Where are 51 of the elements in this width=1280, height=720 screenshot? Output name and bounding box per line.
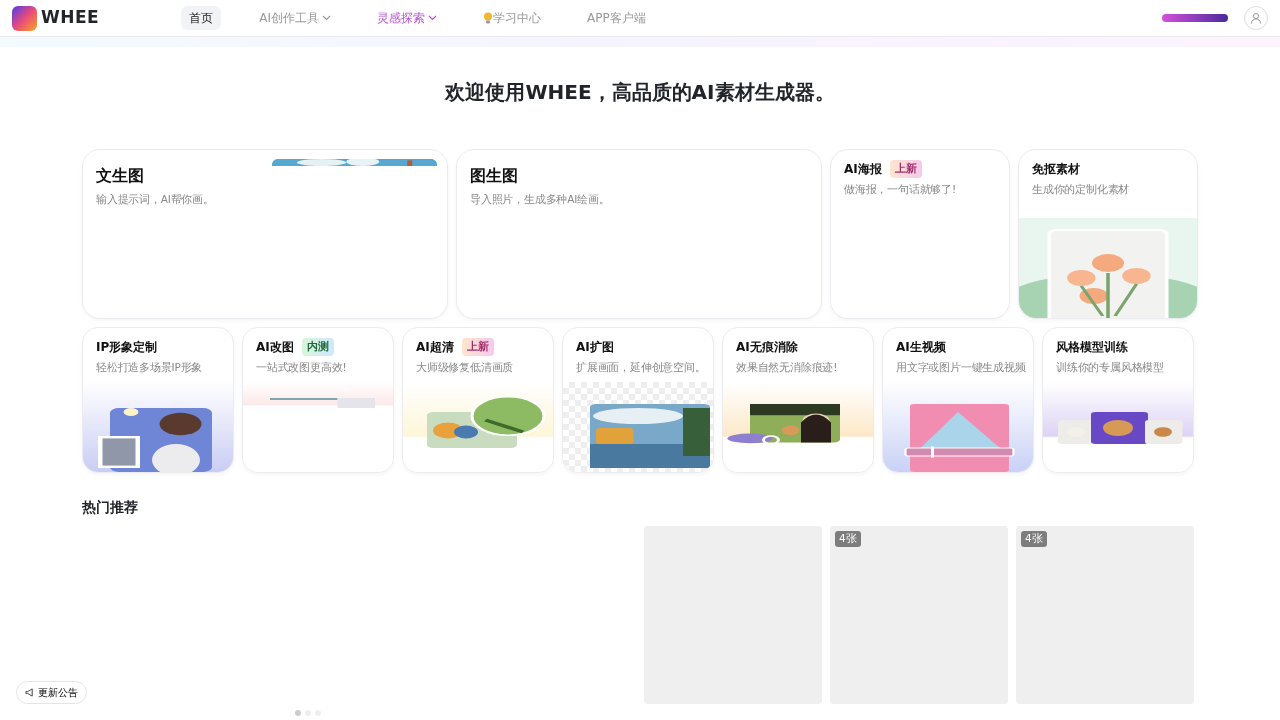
nav-tab[interactable]: 首页 bbox=[181, 6, 222, 30]
tool-card[interactable]: AI超清 上新 大师级修复低清画质 bbox=[402, 327, 554, 473]
tool-card[interactable]: 风格模型训练 训练你的专属风格模型 bbox=[1042, 327, 1194, 473]
card-title: 图生图 bbox=[470, 165, 518, 187]
card-subtitle: 轻松打造多场景IP形象 bbox=[96, 360, 204, 375]
feature-card[interactable]: 免抠素材 生成你的定制化素材 bbox=[1018, 149, 1198, 319]
nav-tab[interactable]: 灵感探索 bbox=[368, 6, 445, 30]
tool-card[interactable]: IP形象定制 轻松打造多场景IP形象 bbox=[82, 327, 234, 473]
tag: 上新 bbox=[461, 338, 494, 356]
bulb-icon bbox=[482, 12, 493, 24]
feature-card[interactable]: AI海报 上新 做海报，一句话就够了! bbox=[830, 149, 1010, 319]
card-title: 风格模型训练 bbox=[1056, 339, 1128, 356]
card-subtitle: 做海报，一句话就够了! bbox=[844, 182, 957, 197]
image-tile[interactable]: 4张 bbox=[1016, 526, 1194, 704]
card-subtitle: 扩展画面，延伸创意空间。 bbox=[576, 360, 703, 375]
count-badge: 4张 bbox=[1021, 531, 1047, 547]
tool-card[interactable]: AI无痕消除 效果自然无消除痕迹! bbox=[722, 327, 874, 473]
card-title: AI扩图 bbox=[576, 339, 614, 356]
carousel-dot[interactable] bbox=[295, 710, 301, 716]
tool-card[interactable]: AI生视频 用文字或图片一键生成视频 bbox=[882, 327, 1034, 473]
card-title: IP形象定制 bbox=[96, 339, 158, 356]
feature-card[interactable]: 图生图 导入照片，生成多种AI绘画。 bbox=[456, 149, 822, 319]
page-headline: 欢迎使用WHEE，高品质的AI素材生成器。 bbox=[443, 79, 836, 106]
card-subtitle: 训练你的专属风格模型 bbox=[1056, 360, 1165, 375]
feature-card[interactable]: 文生图 输入提示词，AI帮你画。 bbox=[82, 149, 448, 319]
tag: 上新 bbox=[889, 160, 922, 178]
logo-text[interactable]: WHEE bbox=[41, 5, 100, 31]
tool-card[interactable]: AI改图 内测 一站式改图更高效! bbox=[242, 327, 394, 473]
promo-banner[interactable] bbox=[1162, 14, 1228, 22]
announcement-button[interactable]: 更新公告 bbox=[16, 681, 87, 704]
card-subtitle: 生成你的定制化素材 bbox=[1032, 182, 1131, 197]
card-subtitle: 导入照片，生成多种AI绘画。 bbox=[470, 192, 611, 207]
card-subtitle: 大师级修复低清画质 bbox=[416, 360, 515, 375]
card-title: 文生图 bbox=[96, 165, 144, 187]
logo-icon[interactable] bbox=[12, 5, 37, 31]
card-title: AI无痕消除 bbox=[736, 339, 798, 356]
tag: 内测 bbox=[301, 338, 334, 356]
card-title: 免抠素材 bbox=[1032, 161, 1080, 178]
card-title: AI改图 bbox=[256, 339, 294, 356]
image-tile[interactable]: 4张 bbox=[830, 526, 1008, 704]
card-title: AI海报 bbox=[844, 161, 882, 178]
card-subtitle: 输入提示词，AI帮你画。 bbox=[96, 192, 215, 207]
section-title: 热门推荐 bbox=[82, 498, 139, 517]
megaphone-icon bbox=[25, 688, 34, 697]
person-icon bbox=[1250, 12, 1262, 24]
card-title: AI生视频 bbox=[896, 339, 946, 356]
card-title: AI超清 bbox=[416, 339, 454, 356]
card-subtitle: 效果自然无消除痕迹! bbox=[736, 360, 839, 375]
card-subtitle: 一站式改图更高效! bbox=[256, 360, 348, 375]
tool-card[interactable]: AI扩图 扩展画面，延伸创意空间。 bbox=[562, 327, 714, 473]
count-badge: 4张 bbox=[835, 531, 861, 547]
